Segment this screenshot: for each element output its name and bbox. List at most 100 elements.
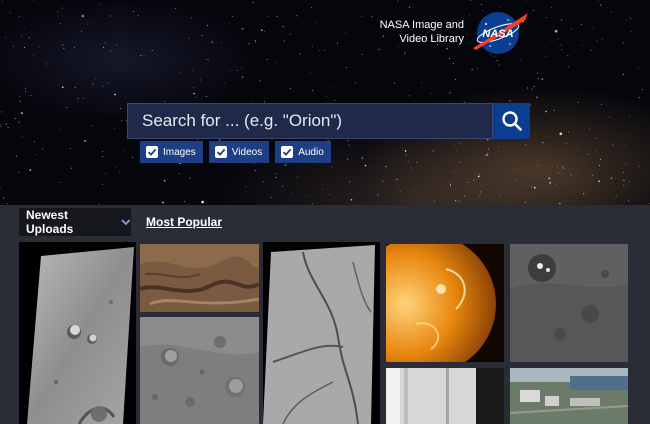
star-dot bbox=[275, 173, 277, 175]
star-dot bbox=[348, 144, 350, 146]
star-dot bbox=[364, 164, 367, 167]
star-dot bbox=[454, 79, 456, 80]
star-dot bbox=[467, 181, 469, 183]
star-dot bbox=[114, 127, 116, 129]
star-dot bbox=[200, 79, 201, 81]
star-dot bbox=[587, 153, 589, 155]
images-checkbox[interactable] bbox=[146, 146, 158, 158]
star-dot bbox=[449, 92, 451, 94]
star-dot bbox=[110, 50, 112, 52]
star-dot bbox=[600, 158, 602, 160]
star-dot bbox=[14, 117, 16, 119]
star-dot bbox=[623, 179, 625, 182]
star-dot bbox=[562, 166, 564, 168]
star-dot bbox=[163, 179, 166, 182]
gallery-tile-sun-ultraviolet[interactable] bbox=[386, 244, 504, 362]
sort-dropdown-newest[interactable]: Newest Uploads bbox=[19, 208, 131, 236]
star-dot bbox=[488, 148, 490, 150]
star-dot bbox=[560, 44, 562, 46]
star-dot bbox=[498, 195, 500, 196]
star-dot bbox=[35, 154, 37, 156]
star-dot bbox=[545, 110, 547, 113]
star-dot bbox=[192, 70, 194, 72]
star-dot bbox=[496, 59, 498, 61]
star-dot bbox=[206, 25, 208, 26]
star-dot bbox=[121, 120, 123, 122]
star-dot bbox=[334, 100, 335, 101]
star-dot bbox=[401, 147, 403, 149]
videos-checkbox[interactable] bbox=[214, 146, 227, 158]
star-dot bbox=[536, 96, 538, 99]
star-dot bbox=[567, 66, 569, 68]
library-title-line-2: Video Library bbox=[399, 33, 464, 45]
sort-most-popular-link[interactable]: Most Popular bbox=[146, 215, 222, 229]
star-dot bbox=[254, 170, 256, 171]
star-dot bbox=[105, 172, 107, 174]
star-dot bbox=[520, 59, 522, 61]
image-gallery bbox=[0, 242, 650, 424]
star-dot bbox=[599, 4, 602, 6]
star-dot bbox=[9, 12, 11, 14]
star-dot bbox=[537, 77, 539, 79]
star-dot bbox=[110, 15, 112, 17]
star-dot bbox=[98, 167, 99, 169]
filter-images[interactable]: Images bbox=[140, 141, 203, 163]
star-dot bbox=[534, 186, 536, 189]
star-dot bbox=[143, 55, 145, 57]
star-dot bbox=[516, 179, 518, 181]
star-dot bbox=[189, 177, 191, 179]
star-dot bbox=[266, 59, 268, 61]
star-dot bbox=[599, 165, 601, 166]
star-dot bbox=[553, 109, 555, 111]
star-dot bbox=[385, 166, 387, 167]
star-dot bbox=[267, 15, 269, 17]
star-dot bbox=[19, 100, 21, 102]
cratered-gray-surface-image bbox=[140, 317, 259, 424]
star-dot bbox=[570, 174, 572, 176]
star-dot bbox=[479, 195, 481, 197]
sort-selected-label: Newest Uploads bbox=[26, 208, 74, 236]
star-dot bbox=[91, 125, 93, 126]
gallery-tile-aerial-facility-photo[interactable] bbox=[510, 368, 628, 424]
gallery-tile-mars-surface-craters[interactable] bbox=[19, 242, 136, 424]
search-icon bbox=[501, 111, 522, 131]
star-dot bbox=[193, 92, 195, 95]
star-dot bbox=[71, 167, 73, 169]
audio-checkbox[interactable] bbox=[281, 146, 294, 158]
filter-videos[interactable]: Videos bbox=[208, 141, 270, 163]
star-dot bbox=[58, 129, 60, 131]
nasa-meatball-icon[interactable]: NASA bbox=[470, 8, 530, 58]
star-dot bbox=[589, 128, 591, 130]
star-dot bbox=[39, 46, 41, 48]
library-title[interactable]: NASA Image and Video Library bbox=[380, 18, 464, 46]
gallery-tile-cratered-gray-surface[interactable] bbox=[140, 317, 259, 424]
star-dot bbox=[259, 80, 261, 82]
gallery-tile-ceres-surface[interactable] bbox=[510, 244, 628, 362]
star-dot bbox=[498, 64, 500, 66]
star-dot bbox=[480, 3, 482, 5]
star-dot bbox=[282, 185, 284, 187]
star-dot bbox=[270, 197, 272, 198]
star-dot bbox=[637, 68, 639, 70]
star-dot bbox=[241, 68, 243, 70]
star-dot bbox=[570, 28, 572, 30]
filter-audio[interactable]: Audio bbox=[275, 141, 331, 163]
gallery-tile-saturn-rings-closeup[interactable] bbox=[386, 368, 504, 424]
star-dot bbox=[83, 97, 85, 99]
star-dot bbox=[284, 164, 287, 166]
gallery-tile-fractured-surface[interactable] bbox=[263, 242, 380, 424]
star-dot bbox=[361, 54, 363, 56]
star-dot bbox=[546, 135, 548, 137]
search-button[interactable] bbox=[493, 103, 530, 139]
star-dot bbox=[630, 31, 632, 32]
gallery-tile-mars-terrain-color[interactable] bbox=[140, 244, 259, 312]
star-dot bbox=[545, 16, 547, 18]
star-dot bbox=[133, 10, 135, 12]
star-dot bbox=[193, 87, 194, 89]
star-dot bbox=[378, 49, 380, 50]
star-dot bbox=[349, 181, 351, 183]
star-dot bbox=[394, 82, 396, 84]
star-dot bbox=[98, 3, 100, 5]
star-dot bbox=[625, 163, 627, 165]
search-input[interactable] bbox=[127, 103, 493, 139]
